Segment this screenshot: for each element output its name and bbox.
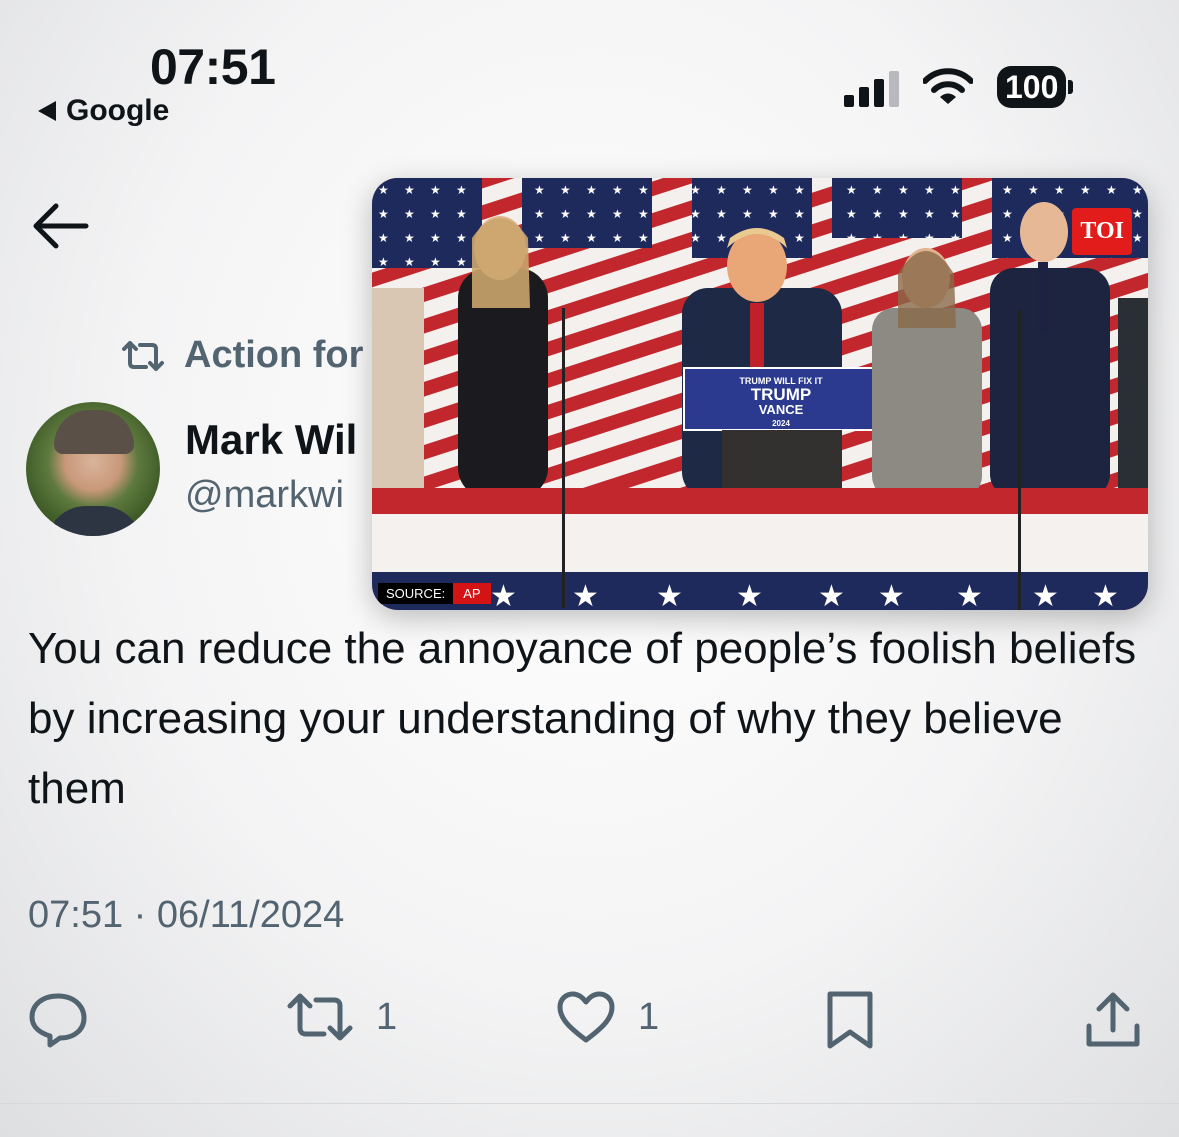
back-triangle-icon xyxy=(38,101,56,121)
svg-text:★: ★ xyxy=(818,579,845,610)
battery-icon: 100 xyxy=(997,66,1074,108)
svg-text:★: ★ xyxy=(490,579,517,610)
back-app-label: Google xyxy=(66,94,170,127)
repost-label: Action for xyxy=(184,334,364,376)
like-button[interactable]: 1 xyxy=(556,990,659,1044)
svg-text:VANCE: VANCE xyxy=(759,402,804,417)
svg-text:2024: 2024 xyxy=(772,419,790,428)
repost-button[interactable]: 1 xyxy=(286,990,397,1044)
like-icon xyxy=(557,991,615,1043)
svg-text:★: ★ xyxy=(1032,579,1059,610)
svg-text:★: ★ xyxy=(1092,579,1119,610)
reply-button[interactable] xyxy=(28,990,88,1048)
post-timestamp[interactable]: 07:51 · 06/11/2024 xyxy=(28,894,344,937)
author-name[interactable]: Mark Wil xyxy=(185,416,357,464)
svg-text:★: ★ xyxy=(572,579,599,610)
source-label: SOURCE: AP xyxy=(378,583,491,604)
svg-text:★: ★ xyxy=(956,579,983,610)
bookmark-icon xyxy=(827,991,873,1049)
wifi-icon xyxy=(923,68,973,104)
svg-text:★: ★ xyxy=(736,579,763,610)
video-frame: ★ TRUMP WILL FIX IT TRUMP VANCE 2024 xyxy=(372,178,1148,610)
like-count: 1 xyxy=(638,995,660,1038)
status-time: 07:51 xyxy=(150,39,276,95)
back-to-app-button[interactable]: Google xyxy=(38,94,169,128)
battery-level: 100 xyxy=(997,66,1067,108)
repost-icon xyxy=(122,340,164,371)
post-text: You can reduce the annoyance of people’s… xyxy=(28,624,1137,813)
repost-icon xyxy=(287,993,353,1041)
bookmark-button[interactable] xyxy=(824,990,876,1050)
action-bar: 1 1 xyxy=(0,990,1179,1060)
status-indicators: 100 xyxy=(844,66,1074,108)
divider xyxy=(0,1103,1179,1104)
reply-icon xyxy=(29,993,87,1048)
video-pip-player[interactable]: ★ TRUMP WILL FIX IT TRUMP VANCE 2024 xyxy=(372,178,1148,610)
share-icon xyxy=(1086,992,1140,1047)
avatar[interactable] xyxy=(26,402,160,536)
channel-badge: TOI xyxy=(1072,208,1132,255)
back-arrow-icon[interactable] xyxy=(30,198,90,254)
signal-icon xyxy=(844,67,899,107)
repost-count: 1 xyxy=(376,995,398,1038)
author-handle[interactable]: @markwi xyxy=(185,474,344,517)
repost-context[interactable]: Action for xyxy=(120,334,363,377)
share-button[interactable] xyxy=(1084,990,1142,1050)
svg-text:★: ★ xyxy=(878,579,905,610)
svg-text:★: ★ xyxy=(656,579,683,610)
